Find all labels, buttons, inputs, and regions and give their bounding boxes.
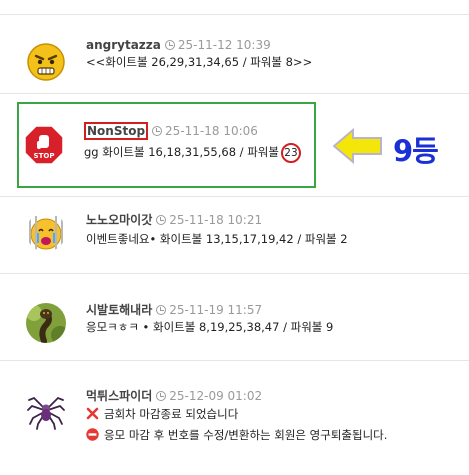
avatar[interactable] [26, 42, 66, 82]
nickname[interactable]: 노노오마이갓 [86, 213, 152, 227]
divider [0, 360, 469, 361]
comment-meta: NonStop 25-11-18 10:06 [84, 122, 258, 140]
spider-icon [26, 390, 66, 430]
comment-meta: 노노오마이갓 25-11-18 10:21 [86, 212, 262, 228]
divider [0, 273, 469, 274]
rank-label: 9등 [393, 134, 439, 168]
avatar[interactable] [26, 303, 66, 343]
cobra-icon [26, 303, 66, 343]
stop-sign-icon: STOP [24, 125, 64, 165]
angry-face-icon [27, 43, 65, 81]
comment-meta: angrytazza 25-11-12 10:39 [86, 37, 271, 53]
no-entry-icon [86, 428, 99, 441]
avatar[interactable] [26, 212, 66, 252]
powerball-circle-mark: 23 [280, 143, 301, 163]
timestamp: 25-11-12 10:39 [177, 38, 271, 52]
arrow-left-icon [333, 128, 382, 164]
timestamp: 25-11-18 10:06 [165, 124, 258, 138]
comment-text: gg 화이트볼 16,18,31,55,68 / 파워볼 23 [84, 143, 301, 163]
timestamp: 25-11-19 11:57 [169, 303, 263, 317]
notice-warning: 응모 마감 후 번호를 수정/변환하는 회원은 영구퇴출됩니다. [86, 427, 387, 443]
clock-icon [164, 40, 175, 50]
avatar[interactable] [26, 390, 66, 430]
red-x-icon [86, 407, 99, 420]
stop-text: STOP [34, 152, 55, 160]
clock-icon [156, 391, 167, 401]
comment-meta: 먹튀스파이더 25-12-09 01:02 [86, 388, 262, 404]
notice-closed-text: 금회차 마감종료 되었습니다 [104, 407, 239, 421]
nickname[interactable]: angrytazza [86, 38, 161, 52]
divider [0, 196, 469, 197]
comment-text: 응모ㅋㅎㅋ • 화이트볼 8,19,25,38,47 / 파워볼 9 [86, 320, 334, 334]
nickname[interactable]: 시발토해내라 [86, 303, 152, 317]
nickname[interactable]: NonStop [84, 122, 149, 140]
comment-meta: 시발토해내라 25-11-19 11:57 [86, 302, 262, 318]
comment-text-prefix: gg 화이트볼 16,18,31,55,68 / 파워볼 [84, 145, 279, 159]
timestamp: 25-12-09 01:02 [169, 389, 263, 403]
comment-text: <<화이트볼 26,29,31,34,65 / 파워볼 8>> [86, 55, 313, 69]
divider [0, 93, 469, 94]
notice-warning-text: 응모 마감 후 번호를 수정/변환하는 회원은 영구퇴출됩니다. [104, 428, 388, 442]
clock-icon [156, 305, 167, 315]
clock-icon [156, 215, 167, 225]
crying-emoji-icon [26, 212, 66, 252]
clock-icon [152, 126, 163, 136]
nickname[interactable]: 먹튀스파이더 [86, 389, 152, 403]
timestamp: 25-11-18 10:21 [169, 213, 263, 227]
notice-closed: 금회차 마감종료 되었습니다 [86, 406, 238, 422]
avatar[interactable]: STOP [24, 125, 64, 165]
comment-text: 이벤트좋네요• 화이트볼 13,15,17,19,42 / 파워볼 2 [86, 232, 348, 246]
divider [0, 14, 469, 15]
